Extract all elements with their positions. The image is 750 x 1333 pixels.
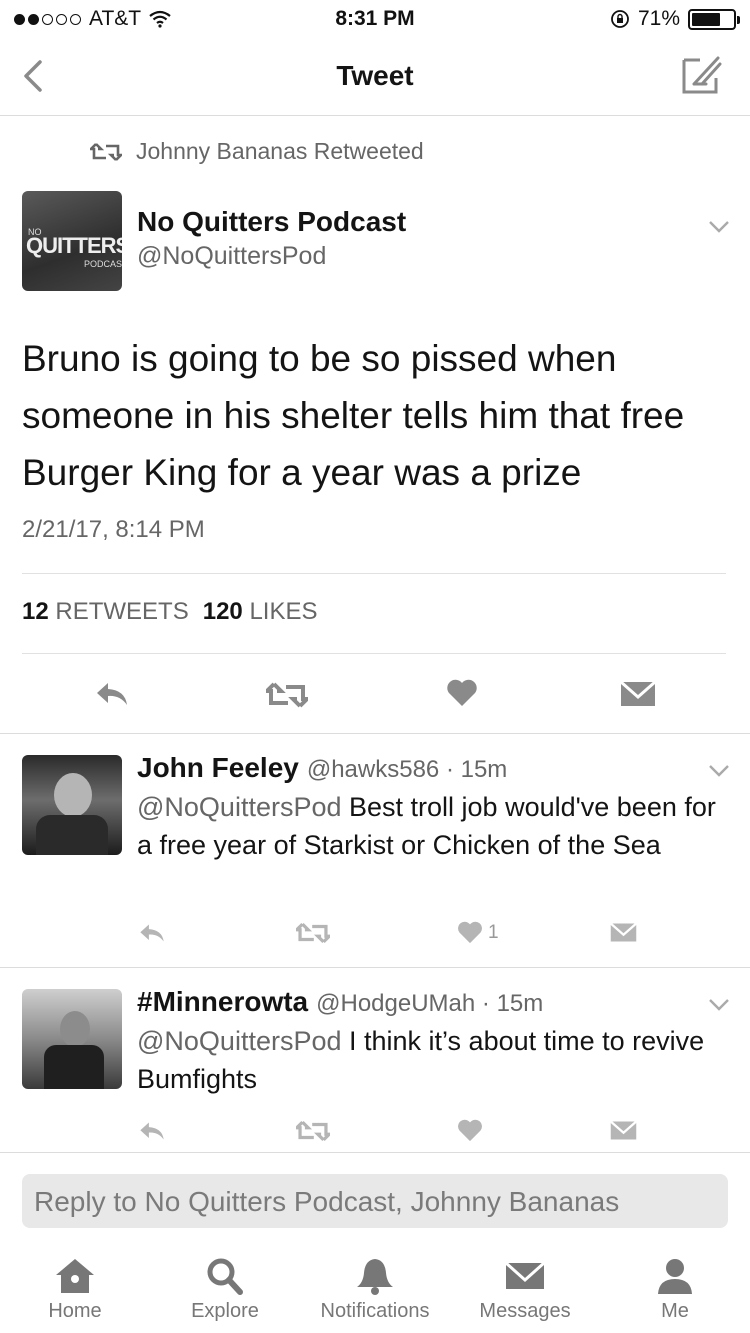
reply-meta: @HodgeUMah · 15m [316,990,544,1017]
direct-message-icon[interactable] [610,1120,637,1141]
reply-author-name[interactable]: #Minnerowta [137,986,308,1017]
retweet-icon[interactable] [296,922,330,944]
battery-icon [688,8,740,30]
divider [0,733,750,734]
tab-notifications[interactable]: Notifications [300,1256,450,1323]
reply-header: John Feeley @hawks586 · 15m [137,752,507,784]
retweeted-by-label: Johnny Bananas Retweeted [136,138,424,164]
avatar-logo-text: QUITTERS [26,233,122,258]
person-icon [658,1259,692,1294]
reply-actions: 1 [0,920,750,950]
tweet-menu-chevron-icon[interactable] [708,220,730,234]
retweeted-by[interactable]: Johnny Bananas Retweeted [90,138,424,165]
like-icon[interactable] [446,678,478,708]
divider [22,573,726,574]
reply-actions [0,1118,750,1148]
author-avatar[interactable]: NO QUITTERS PODCAST [22,191,122,291]
reply-menu-chevron-icon[interactable] [708,998,730,1012]
retweet-icon[interactable] [296,1120,330,1142]
tab-messages[interactable]: Messages [450,1256,600,1323]
compose-tweet-icon[interactable] [680,54,724,96]
reply-icon[interactable] [94,680,130,708]
page-title: Tweet [336,60,414,91]
rotation-lock-icon [611,10,629,28]
reply-mention[interactable]: @NoQuittersPod [137,1026,342,1056]
reply-header: #Minnerowta @HodgeUMah · 15m [137,986,543,1018]
reply-text: @NoQuittersPod Best troll job would've b… [137,792,716,860]
direct-message-icon[interactable] [620,680,656,708]
tweet-actions [0,672,750,712]
like-icon[interactable] [457,920,483,945]
retweet-icon[interactable] [266,682,308,708]
divider [0,1152,750,1153]
reply-meta: @hawks586 · 15m [306,756,508,783]
reply-mention[interactable]: @NoQuittersPod [137,792,342,822]
tweet-text: Bruno is going to be so pissed when some… [22,338,685,493]
tab-messages-label: Messages [479,1300,571,1322]
divider [22,653,726,654]
search-icon [207,1258,243,1295]
tweet-stats: 12 RETWEETS 120 LIKES [22,598,317,626]
tab-explore-label: Explore [191,1300,259,1322]
tweet-timestamp: 2/21/17, 8:14 PM [22,516,205,543]
retweet-icon [90,142,122,161]
reply-text: @NoQuittersPod I think it’s about time t… [137,1026,705,1094]
tab-notifications-label: Notifications [320,1300,430,1322]
reply-icon[interactable] [138,922,166,944]
reply-input[interactable]: Reply to No Quitters Podcast, Johnny Ban… [22,1174,728,1228]
author-handle[interactable]: @NoQuittersPod [137,242,326,271]
reply-avatar[interactable] [22,755,122,855]
reply-input-placeholder: Reply to No Quitters Podcast, Johnny Ban… [34,1186,620,1217]
home-icon [56,1259,94,1293]
envelope-icon [504,1261,546,1289]
nav-bar: Tweet [0,40,750,116]
divider [0,967,750,968]
tab-me-label: Me [661,1300,689,1322]
tab-home[interactable]: Home [0,1256,150,1323]
direct-message-icon[interactable] [610,922,637,943]
tab-home-label: Home [48,1300,102,1322]
battery-percent: 71% [637,7,680,30]
likes-stat[interactable]: 120 LIKES [203,598,318,626]
like-count: 1 [488,922,499,943]
reply-menu-chevron-icon[interactable] [708,764,730,778]
status-right: 71% [610,7,740,31]
tab-me[interactable]: Me [600,1256,750,1323]
tab-bar: Home Explore Notifications Messages Me [0,1244,750,1333]
reply-author-name[interactable]: John Feeley [137,752,299,783]
like-icon[interactable] [457,1118,483,1143]
tab-explore[interactable]: Explore [150,1256,300,1323]
bell-icon [357,1259,393,1295]
author-name[interactable]: No Quitters Podcast [137,206,406,238]
status-bar: AT&T 8:31 PM 71% [0,0,750,40]
reply-avatar[interactable] [22,989,122,1089]
reply-icon[interactable] [138,1120,166,1142]
retweets-stat[interactable]: 12 RETWEETS [22,598,189,626]
avatar-logo-sub: PODCAST [84,259,122,269]
